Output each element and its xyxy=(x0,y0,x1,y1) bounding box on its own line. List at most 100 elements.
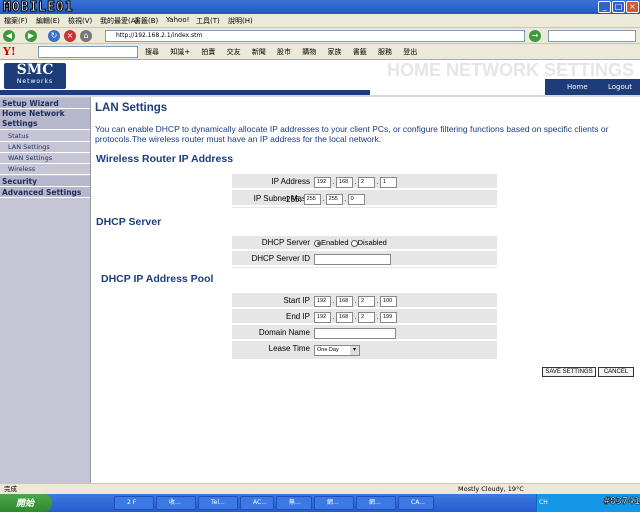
start-ip-octet-input[interactable]: 192 xyxy=(314,296,331,307)
subnet-mask-row: IP Subnet Mask 255. 255. 255. 0 xyxy=(232,192,497,207)
mask-prefix: 255. xyxy=(286,195,302,204)
start-ip-octet-input[interactable]: 2 xyxy=(358,296,375,307)
taskbar-item[interactable]: 網... xyxy=(356,496,396,510)
close-button[interactable]: × xyxy=(626,1,639,13)
sidebar-item-setup-wizard[interactable]: Setup Wizard xyxy=(0,98,90,109)
end-ip-octet-input[interactable]: 199 xyxy=(380,312,397,323)
start-button[interactable]: 開始 xyxy=(0,494,52,512)
page-title: LAN Settings xyxy=(95,102,168,114)
end-ip-octet-input[interactable]: 192 xyxy=(314,312,331,323)
ip-octet-input[interactable]: 1 xyxy=(380,177,397,188)
lease-time-row: Lease Time One Day ▾ xyxy=(232,342,497,357)
refresh-icon[interactable]: ↻ xyxy=(48,30,60,42)
domain-name-field xyxy=(314,328,396,339)
logo-text: SMC xyxy=(16,62,54,78)
sidebar-item-lan-settings[interactable]: LAN Settings xyxy=(0,142,90,153)
yahoo-link[interactable]: 購物 xyxy=(302,48,316,56)
save-settings-button[interactable]: SAVE SETTINGS xyxy=(542,367,596,377)
taskbar-item[interactable]: 2 F xyxy=(114,496,154,510)
sidebar-item-security[interactable]: Security xyxy=(0,176,90,187)
dhcp-server-radios: Enabled Disabled xyxy=(314,238,387,249)
end-ip-field: 192. 168. 2. 199 xyxy=(314,312,397,323)
ip-octet-input[interactable]: 168 xyxy=(336,177,353,188)
sidebar-item-home-network-settings[interactable]: Home Network Settings xyxy=(0,109,90,130)
home-icon[interactable]: ⌂ xyxy=(80,30,92,42)
go-icon[interactable]: → xyxy=(529,30,541,42)
yahoo-link[interactable]: 股市 xyxy=(277,48,291,56)
yahoo-link[interactable]: 拍賣 xyxy=(201,48,215,56)
chevron-down-icon[interactable]: ▾ xyxy=(350,346,359,355)
domain-name-label: Domain Name xyxy=(258,328,310,337)
pool-panel: Start IP 192. 168. 2. 100 End IP 192. 168. 2.… xyxy=(232,293,497,359)
home-link[interactable]: Home xyxy=(567,79,588,95)
start-ip-octet-input[interactable]: 100 xyxy=(380,296,397,307)
dhcp-heading: DHCP Server xyxy=(96,216,162,228)
menu-view[interactable]: 檢視(V) xyxy=(68,16,92,26)
ip-octet-input[interactable]: 2 xyxy=(358,177,375,188)
taskbar-item[interactable]: AC... xyxy=(240,496,274,510)
sidebar-item-status[interactable]: Status xyxy=(0,131,90,142)
yahoo-link[interactable]: 搜尋 xyxy=(145,48,159,56)
start-ip-octet-input[interactable]: 168 xyxy=(336,296,353,307)
dhcp-server-id-input[interactable] xyxy=(314,254,391,265)
dhcp-server-id-field xyxy=(314,254,391,265)
end-ip-octet-input[interactable]: 2 xyxy=(358,312,375,323)
disabled-radio[interactable] xyxy=(350,239,358,247)
mask-octet-input[interactable]: 0 xyxy=(347,194,365,205)
sidebar-item-wireless[interactable]: Wireless xyxy=(0,164,90,175)
address-bar[interactable]: http://192.168.2.1/index.stm xyxy=(105,30,525,42)
minimize-button[interactable]: _ xyxy=(598,1,611,13)
logo-subtext: Networks xyxy=(16,78,54,85)
forward-icon[interactable]: ▶ xyxy=(25,30,37,42)
yahoo-link[interactable]: 服務 xyxy=(378,48,392,56)
end-ip-octet-input[interactable]: 168 xyxy=(336,312,353,323)
yahoo-link[interactable]: 登出 xyxy=(403,48,417,56)
domain-name-row: Domain Name xyxy=(232,326,497,341)
input-method[interactable]: CH xyxy=(539,499,548,506)
menu-file[interactable]: 檔案(F) xyxy=(4,16,28,26)
start-ip-field: 192. 168. 2. 100 xyxy=(314,296,397,307)
browser-toolbar: ◀ ▶ ↻ × ⌂ http://192.168.2.1/index.stm → xyxy=(0,28,640,44)
mask-octet-input[interactable]: 255 xyxy=(303,194,321,205)
yahoo-search-input[interactable] xyxy=(38,46,138,58)
cancel-button[interactable]: CANCEL xyxy=(598,367,634,377)
watermark-top: MOBILE01 xyxy=(3,0,74,16)
wireless-heading: Wireless Router IP Address xyxy=(96,153,234,165)
yahoo-links: 搜尋 知識+ 拍賣 交友 新聞 股市 購物 家族 書籤 服務 登出 xyxy=(145,47,426,57)
smc-logo: SMC Networks xyxy=(4,63,66,89)
menu-yahoo[interactable]: Yahoo! xyxy=(166,16,189,24)
subnet-mask-field: 255. 255. 255. 0 xyxy=(286,194,365,205)
wireless-panel: IP Address 192. 168. 2. 1 IP Subnet Mask 25… xyxy=(232,174,497,208)
menu-bookmarks[interactable]: 書籤(B) xyxy=(134,16,158,26)
enabled-radio[interactable] xyxy=(314,239,321,247)
ip-address-row: IP Address 192. 168. 2. 1 xyxy=(232,175,497,190)
logout-link[interactable]: Logout xyxy=(608,79,632,95)
start-ip-label: Start IP xyxy=(283,296,310,305)
yahoo-link[interactable]: 新聞 xyxy=(252,48,266,56)
taskbar-item[interactable]: 無... xyxy=(276,496,312,510)
taskbar-item[interactable]: 網... xyxy=(314,496,354,510)
taskbar-item[interactable]: 收... xyxy=(156,496,196,510)
yahoo-link[interactable]: 知識+ xyxy=(170,48,190,56)
lease-time-select[interactable]: One Day ▾ xyxy=(314,345,360,356)
menu-help[interactable]: 說明(H) xyxy=(228,16,253,26)
ip-octet-input[interactable]: 192 xyxy=(314,177,331,188)
search-input[interactable] xyxy=(548,30,636,42)
menu-edit[interactable]: 編輯(E) xyxy=(36,16,60,26)
sidebar-item-advanced-settings[interactable]: Advanced Settings xyxy=(0,187,90,198)
stop-icon[interactable]: × xyxy=(64,30,76,42)
back-icon[interactable]: ◀ xyxy=(3,30,15,42)
taskbar-item[interactable]: Tel... xyxy=(198,496,238,510)
menu-favorites[interactable]: 我的最愛(A) xyxy=(100,16,138,26)
status-text: 完成 xyxy=(4,485,17,493)
mask-octet-input[interactable]: 255 xyxy=(325,194,343,205)
taskbar-item[interactable]: CA... xyxy=(398,496,434,510)
yahoo-logo-icon[interactable]: Y! xyxy=(3,45,16,58)
yahoo-link[interactable]: 交友 xyxy=(227,48,241,56)
yahoo-link[interactable]: 書籤 xyxy=(353,48,367,56)
yahoo-link[interactable]: 家族 xyxy=(328,48,342,56)
sidebar-item-wan-settings[interactable]: WAN Settings xyxy=(0,153,90,164)
domain-name-input[interactable] xyxy=(314,328,396,339)
maximize-button[interactable]: □ xyxy=(612,1,625,13)
menu-tools[interactable]: 工具(T) xyxy=(196,16,220,26)
